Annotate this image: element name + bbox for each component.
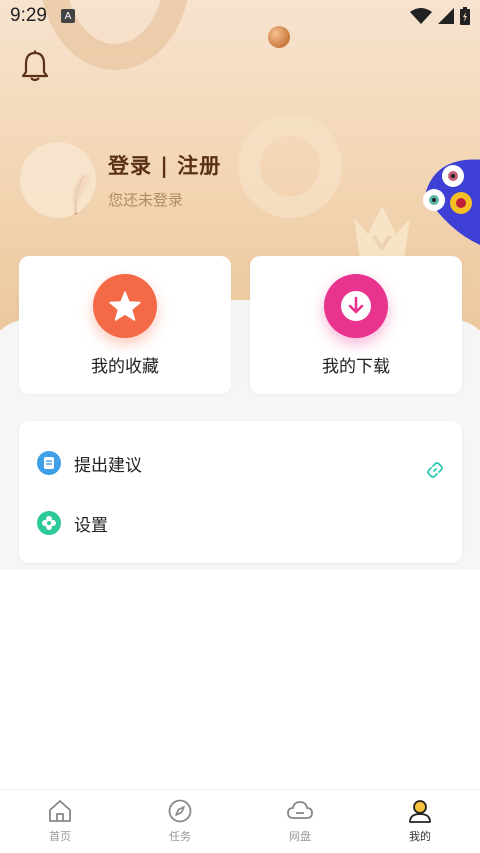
note-icon: [37, 451, 61, 475]
bottom-navigation: 首页 任务 网盘 我的: [0, 789, 480, 853]
signal-icon: [438, 8, 454, 24]
flower-settings-icon: [37, 511, 61, 535]
nav-item-mine[interactable]: 我的: [360, 790, 480, 853]
status-time: 9:29: [10, 5, 47, 26]
downloads-label: 我的下载: [322, 357, 390, 377]
compass-icon: [168, 799, 192, 823]
app-notification-icon: A: [60, 9, 75, 23]
menu-list: 提出建议 设置: [19, 421, 462, 563]
avatar[interactable]: [20, 142, 96, 218]
nav-item-cloud-drive[interactable]: 网盘: [240, 790, 360, 853]
status-bar: 9:29 A: [0, 0, 480, 32]
favorites-icon-circle: [93, 274, 157, 338]
nav-item-home[interactable]: 首页: [0, 790, 120, 853]
home-icon: [49, 800, 71, 822]
nav-label-cloud-drive: 网盘: [289, 830, 311, 843]
list-item-settings[interactable]: 设置: [19, 493, 462, 553]
decorative-ring: [238, 114, 342, 218]
nav-label-mine: 我的: [409, 830, 431, 843]
link-icon: [427, 462, 443, 478]
wifi-icon: [410, 8, 432, 24]
favorites-label: 我的收藏: [91, 357, 159, 377]
feedback-label: 提出建议: [74, 455, 142, 476]
monster-mascot-icon: [423, 159, 480, 245]
list-item-feedback[interactable]: 提出建议: [19, 433, 462, 493]
download-icon: [341, 291, 371, 321]
content-background-lower: [0, 570, 480, 790]
settings-label: 设置: [74, 515, 108, 536]
nav-label-home: 首页: [49, 830, 71, 843]
downloads-card[interactable]: 我的下载: [250, 256, 462, 394]
login-status-text: 您还未登录: [108, 191, 184, 209]
favorites-card[interactable]: 我的收藏: [19, 256, 231, 394]
login-register-link[interactable]: 登录 | 注册: [108, 150, 221, 180]
nav-label-tasks: 任务: [169, 830, 191, 843]
notification-bell-icon[interactable]: [20, 50, 50, 82]
star-icon: [109, 291, 141, 321]
downloads-icon-circle: [324, 274, 388, 338]
nav-item-tasks[interactable]: 任务: [120, 790, 240, 853]
battery-icon: [460, 7, 470, 25]
user-icon: [409, 800, 431, 823]
cloud-icon: [287, 801, 313, 819]
crown-decoration-icon: [354, 206, 410, 260]
